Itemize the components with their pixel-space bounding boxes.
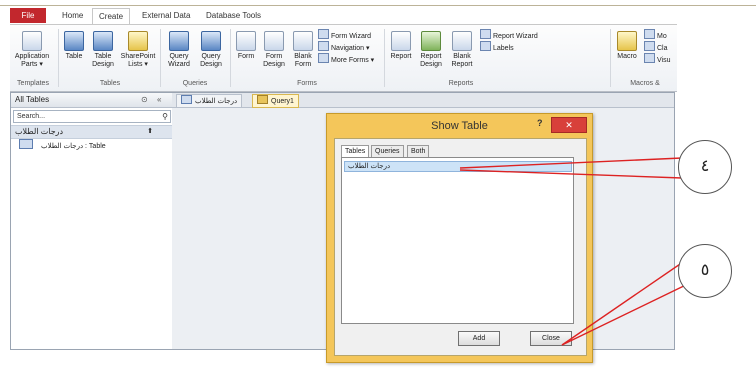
callout-line-4a [459, 157, 683, 169]
callout-lines [459, 157, 693, 346]
callout-line-5a [561, 259, 687, 346]
callout-4: ٤ [678, 140, 732, 194]
callout-line-5b [561, 281, 693, 346]
callout-line-4b [459, 169, 683, 179]
callout-5: ٥ [678, 244, 732, 298]
